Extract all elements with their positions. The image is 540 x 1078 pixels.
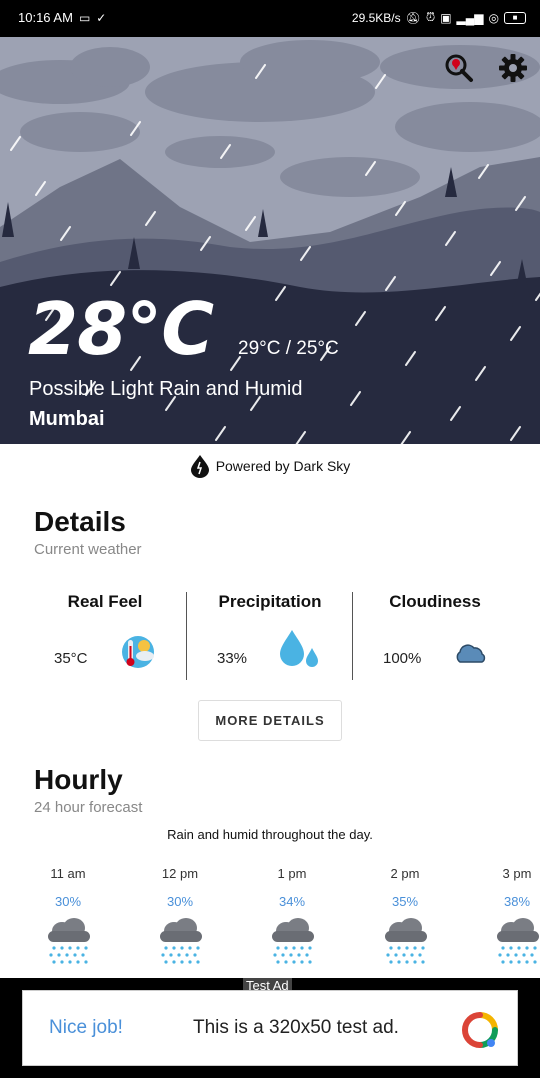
water-drops-icon <box>280 630 318 667</box>
current-temperature: 28°C <box>28 287 214 371</box>
precipitation-column: Precipitation <box>187 592 353 612</box>
ad-banner[interactable]: Test Ad Nice job! This is a 320x50 test … <box>0 978 540 1078</box>
more-details-button[interactable]: MORE DETAILS <box>198 700 342 741</box>
network-speed: 29.5KB/s <box>351 10 401 25</box>
hour-precip: 38% <box>503 894 531 909</box>
hour-precip: 34% <box>278 894 306 909</box>
hotspot-icon: ◎ <box>488 10 499 25</box>
admob-logo-icon <box>461 1012 498 1048</box>
real-feel-label: Real Feel <box>67 592 143 611</box>
detail-divider <box>352 592 353 680</box>
temperature-range: 29°C / 25°C <box>238 338 339 359</box>
rain-cloud-icon <box>48 918 90 964</box>
gear-icon <box>499 54 527 82</box>
hour-time: 11 am <box>50 866 86 881</box>
check-circle-icon: ✓ <box>96 10 107 25</box>
hour-precip: 35% <box>391 894 419 909</box>
hourly-title: Hourly <box>34 764 123 795</box>
details-subtitle: Current weather <box>34 541 142 558</box>
cloudiness-label: Cloudiness <box>389 592 481 611</box>
rain-cloud-icon <box>497 918 539 964</box>
signal-icon: ▂▄▆ <box>456 10 484 25</box>
rain-cloud-icon <box>272 918 314 964</box>
settings-button[interactable] <box>498 53 528 83</box>
hour-item[interactable]: 3 pm 38% <box>477 866 540 965</box>
cloudiness-column: Cloudiness <box>352 592 518 612</box>
volte-icon: ▣ <box>440 10 452 25</box>
cloudiness-value: 100% <box>383 650 422 667</box>
alarm-icon: ⏰︎ <box>425 10 436 24</box>
battery-icon: ■ <box>504 11 526 24</box>
city-name: Mumbai <box>29 408 105 430</box>
dark-sky-logo-icon <box>190 455 209 478</box>
powered-by-dark-sky[interactable]: Powered by Dark Sky <box>0 454 540 478</box>
ad-content[interactable]: Nice job! This is a 320x50 test ad. <box>22 990 518 1066</box>
precipitation-label: Precipitation <box>218 592 322 611</box>
hourly-summary: Rain and humid throughout the day. <box>167 827 373 842</box>
hour-time: 2 pm <box>390 866 420 881</box>
hour-item[interactable]: 11 am 30% <box>28 866 108 965</box>
weather-hero: 28°C 29°C / 25°C Possible Light Rain and… <box>0 37 540 444</box>
hour-precip: 30% <box>54 894 82 909</box>
search-location-icon <box>445 54 473 82</box>
precipitation-value: 33% <box>217 650 248 667</box>
status-time: 10:16 AM <box>18 10 73 25</box>
status-bar: 10:16 AM ▭ ✓ 29.5KB/s 🔕︎ ⏰︎ ▣ ▂▄▆ ◎ ■ <box>0 0 540 37</box>
real-feel-value: 35°C <box>54 650 88 667</box>
location-search-button[interactable] <box>444 53 474 83</box>
detail-divider <box>186 592 187 680</box>
hour-item[interactable]: 1 pm 34% <box>252 866 332 965</box>
hour-time: 3 pm <box>502 866 532 881</box>
rain-cloud-icon <box>385 918 427 964</box>
details-title: Details <box>34 506 126 537</box>
main-content[interactable]: Powered by Dark Sky Details Current weat… <box>0 444 540 978</box>
weather-summary: Possible Light Rain and Humid <box>29 378 303 400</box>
real-feel-column: Real Feel <box>22 592 188 612</box>
laptop-icon: ▭ <box>78 10 91 25</box>
hour-time: 12 pm <box>161 866 199 881</box>
cloud-icon <box>456 644 486 663</box>
ad-main-text: This is a 320x50 test ad. <box>193 1017 399 1038</box>
hour-precip: 30% <box>166 894 194 909</box>
hour-item[interactable]: 12 pm 30% <box>140 866 220 965</box>
thermometer-sun-icon <box>122 636 154 668</box>
hour-time: 1 pm <box>277 866 307 881</box>
rain-cloud-icon <box>160 918 202 964</box>
powered-by-text: Powered by Dark Sky <box>215 458 351 474</box>
hour-item[interactable]: 2 pm 35% <box>365 866 445 965</box>
ad-left-text: Nice job! <box>49 1017 123 1038</box>
bell-off-icon: 🔕︎ <box>405 10 421 25</box>
hourly-subtitle: 24 hour forecast <box>34 799 143 816</box>
